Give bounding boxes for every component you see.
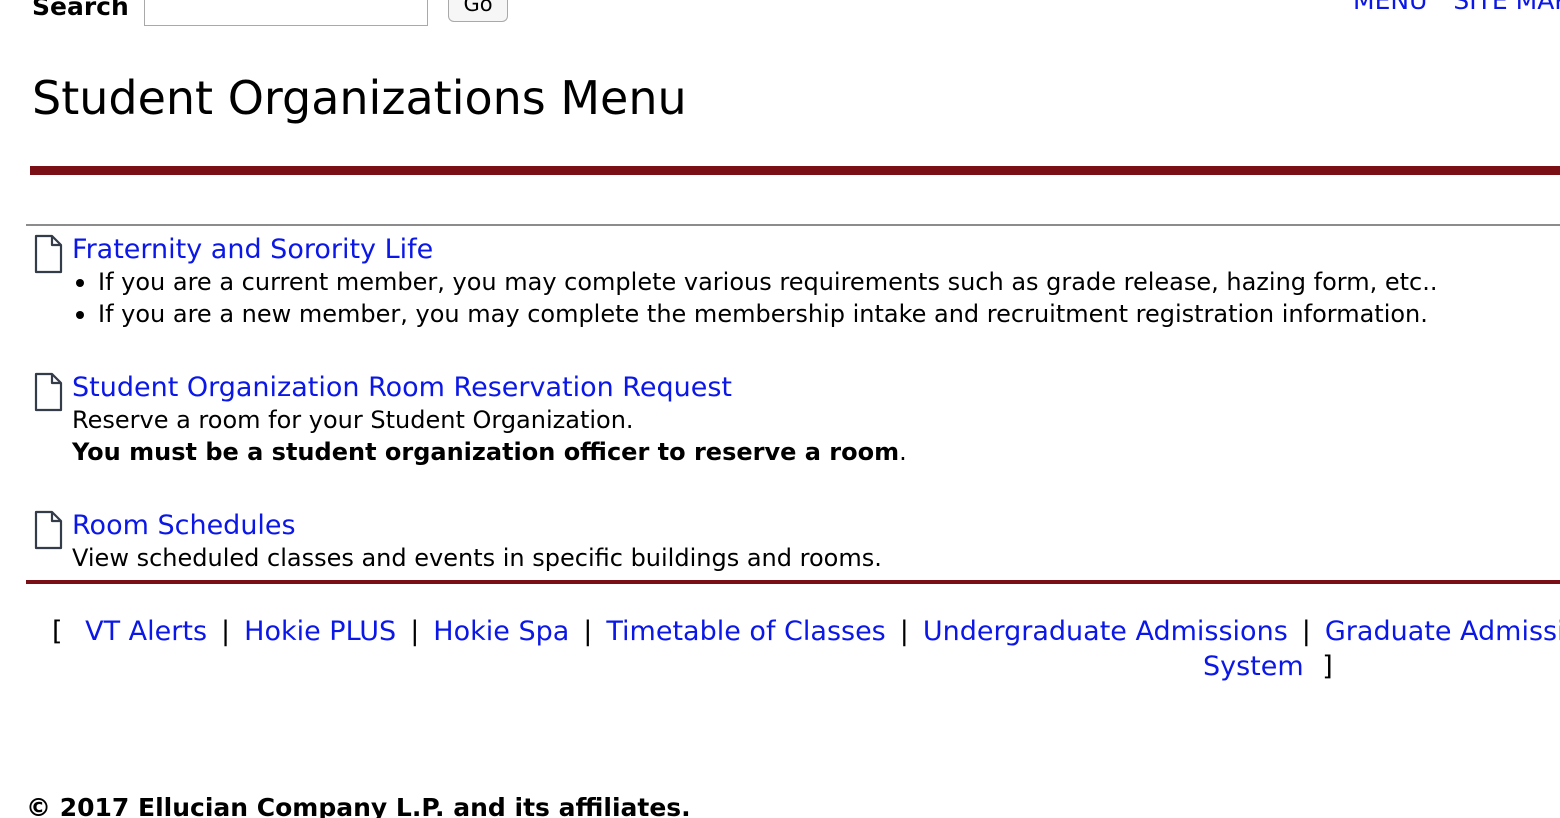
list-item: If you are a new member, you may complet… bbox=[76, 298, 1438, 330]
close-bracket: ] bbox=[1322, 651, 1333, 682]
search-input[interactable] bbox=[144, 0, 428, 26]
separator: | bbox=[1301, 616, 1311, 647]
description-text: Reserve a room for your Student Organiza… bbox=[72, 406, 634, 434]
fraternity-description: If you are a current member, you may com… bbox=[72, 266, 1438, 330]
officer-note: You must be a student organization offic… bbox=[72, 436, 907, 468]
separator: | bbox=[899, 616, 909, 647]
site-map-link[interactable]: SITE MAP bbox=[1453, 0, 1560, 15]
separator: | bbox=[583, 616, 593, 647]
footer-links-line2: System ] bbox=[1203, 650, 1333, 684]
separator: | bbox=[410, 616, 420, 647]
top-nav-links: MENU SITE MAP bbox=[1353, 0, 1560, 16]
document-icon bbox=[34, 372, 63, 412]
search-label: Search bbox=[32, 0, 129, 21]
list-item: If you are a current member, you may com… bbox=[76, 268, 1438, 296]
menu-link[interactable]: MENU bbox=[1353, 0, 1427, 15]
officer-note-suffix: . bbox=[899, 438, 907, 466]
document-icon bbox=[34, 234, 63, 274]
footer-links: [ VT Alerts | Hokie PLUS | Hokie Spa | Timetab… bbox=[52, 615, 1560, 649]
footer-link-grad-admissions[interactable]: Graduate Admissions bbox=[1325, 616, 1560, 647]
content-bottom-divider bbox=[26, 580, 1560, 584]
title-divider bbox=[30, 166, 1560, 175]
room-reservation-link[interactable]: Student Organization Room Reservation Re… bbox=[72, 372, 732, 404]
footer-link-vt-alerts[interactable]: VT Alerts bbox=[85, 616, 207, 647]
go-button-label: Go bbox=[463, 0, 493, 16]
room-schedules-description: View scheduled classes and events in spe… bbox=[72, 544, 882, 572]
footer-link-undergrad-admissions[interactable]: Undergraduate Admissions bbox=[923, 616, 1288, 647]
room-schedules-link[interactable]: Room Schedules bbox=[72, 510, 296, 542]
document-icon bbox=[34, 510, 63, 550]
officer-note-bold: You must be a student organization offic… bbox=[72, 438, 900, 466]
footer-link-timetable[interactable]: Timetable of Classes bbox=[606, 616, 885, 647]
page-title: Student Organizations Menu bbox=[32, 71, 687, 125]
open-bracket: [ bbox=[52, 616, 63, 647]
page: Search Go MENU SITE MAP Student Organizat… bbox=[0, 0, 1560, 818]
fraternity-sorority-link[interactable]: Fraternity and Sorority Life bbox=[72, 234, 433, 266]
copyright: © 2017 Ellucian Company L.P. and its aff… bbox=[26, 793, 691, 818]
go-button[interactable]: Go bbox=[448, 0, 508, 22]
footer-link-hokie-plus[interactable]: Hokie PLUS bbox=[244, 616, 396, 647]
room-reservation-description: Reserve a room for your Student Organiza… bbox=[72, 404, 907, 468]
footer-link-system[interactable]: System bbox=[1203, 651, 1304, 682]
separator: | bbox=[221, 616, 231, 647]
menu-top-rule bbox=[26, 224, 1560, 226]
footer-link-hokie-spa[interactable]: Hokie Spa bbox=[433, 616, 569, 647]
